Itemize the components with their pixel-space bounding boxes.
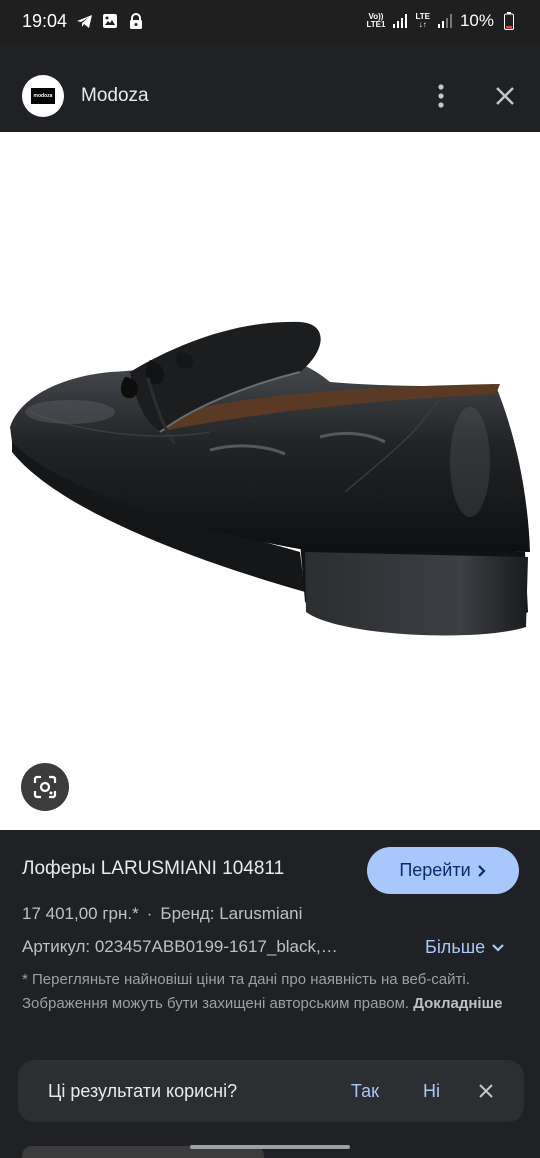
status-bar: 19:04 Vo)) LTE1 LTE ↓↑ 10%	[0, 0, 540, 42]
lens-search-button[interactable]	[21, 763, 69, 811]
loafer-shoe-image	[10, 321, 530, 636]
battery-icon	[500, 12, 518, 30]
price-brand-line: 17 401,00 грн.* · Бренд: Larusmiani	[22, 904, 303, 923]
visit-button[interactable]: Перейти	[367, 847, 519, 894]
site-logo: modoza	[22, 75, 64, 117]
home-indicator[interactable]	[190, 1145, 350, 1149]
feedback-question: Ці результати корисні?	[48, 1080, 238, 1101]
more-button[interactable]: Більше	[425, 937, 505, 958]
app-bar: modoza Modoza	[0, 60, 540, 132]
feedback-yes-button[interactable]: Так	[351, 1081, 379, 1102]
chevron-right-icon	[477, 864, 486, 877]
network-tag-2: LTE ↓↑	[415, 12, 430, 29]
article-number: Артикул: 023457ABB0199-1617_black,…	[22, 937, 338, 956]
close-icon	[479, 1084, 493, 1098]
notice-text: * Перегляньте найновіші ціни та дані про…	[22, 971, 470, 1012]
signal-icon	[436, 12, 454, 30]
image-icon	[101, 12, 119, 30]
product-title: Лоферы LARUSMIANI 104811	[22, 858, 285, 879]
close-button[interactable]	[492, 83, 518, 109]
visit-button-label: Перейти	[399, 860, 471, 880]
product-image[interactable]	[0, 132, 540, 830]
more-vert-icon	[438, 84, 444, 108]
signal-icon	[391, 12, 409, 30]
brand: Бренд: Larusmiani	[160, 904, 303, 923]
copyright-notice: * Перегляньте найновіші ціни та дані про…	[22, 968, 512, 1016]
battery-percent: 10%	[459, 11, 494, 30]
telegram-icon	[75, 12, 93, 30]
learn-more-link[interactable]: Докладніше	[413, 995, 502, 1012]
feedback-bar: Ці результати корисні? Так Ні	[18, 1060, 524, 1122]
more-options-button[interactable]	[428, 83, 454, 109]
price: 17 401,00 грн.*	[22, 904, 139, 923]
more-button-label: Більше	[425, 937, 486, 957]
lock-icon	[127, 12, 145, 30]
feedback-close-button[interactable]	[478, 1083, 494, 1099]
app-bar-actions	[428, 83, 518, 109]
site-name: Modoza	[81, 85, 149, 106]
logo-mark: modoza	[31, 88, 55, 104]
status-right: Vo)) LTE1 LTE ↓↑ 10%	[366, 11, 518, 31]
close-icon	[496, 87, 514, 105]
status-time: 19:04	[22, 10, 68, 31]
feedback-no-button[interactable]: Ні	[423, 1081, 440, 1102]
network-tag-1: Vo)) LTE1	[366, 12, 386, 29]
chevron-down-icon	[492, 943, 504, 952]
status-left: 19:04	[22, 11, 145, 32]
lens-icon	[33, 775, 57, 799]
